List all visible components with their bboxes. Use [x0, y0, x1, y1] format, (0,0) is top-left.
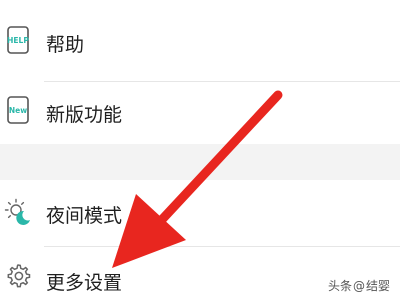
night-mode-icon	[4, 198, 30, 225]
menu-item-new-features[interactable]: New 新版功能	[0, 82, 400, 144]
gear-icon	[7, 264, 31, 288]
watermark-author: 结婴	[365, 279, 390, 293]
section-separator	[0, 144, 400, 180]
menu-item-label: 夜间模式	[46, 205, 123, 227]
help-icon: HELP	[7, 26, 29, 54]
menu-item-label: 更多设置	[46, 272, 123, 294]
help-icon-text: HELP	[7, 36, 29, 45]
menu-item-label: 帮助	[46, 34, 85, 56]
new-icon-text: New	[9, 106, 27, 115]
menu-item-night-mode[interactable]: 夜间模式	[0, 182, 400, 246]
watermark: 头条 @ 结婴	[328, 277, 390, 294]
new-features-icon: New	[7, 96, 29, 124]
watermark-at: @	[352, 278, 365, 293]
watermark-source: 头条	[327, 279, 352, 293]
divider	[44, 246, 400, 247]
menu-item-help[interactable]: HELP 帮助	[0, 0, 400, 82]
menu-item-label: 新版功能	[46, 104, 123, 126]
